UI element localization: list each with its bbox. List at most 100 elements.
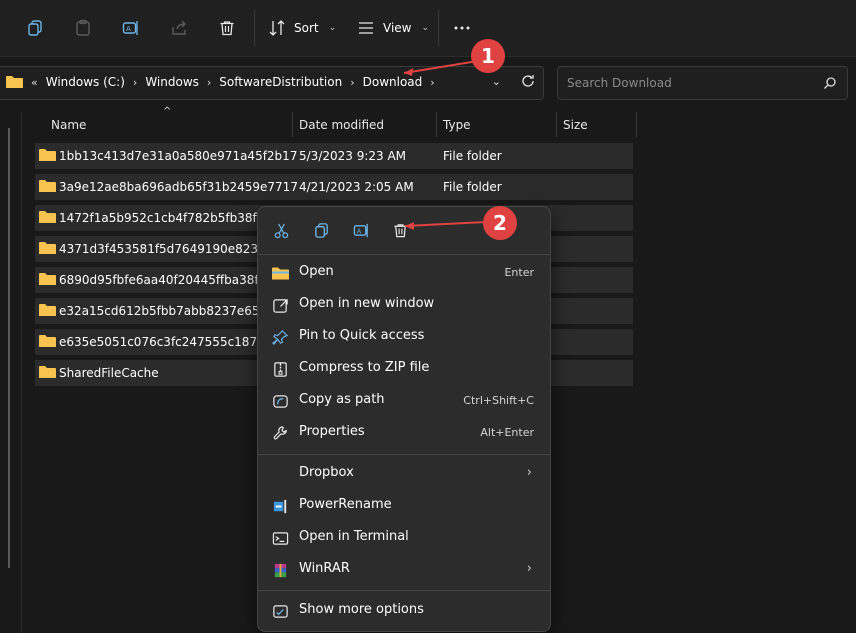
view-button[interactable]: View ⌄: [357, 16, 429, 40]
navigation-pane-scrollbar[interactable]: [8, 128, 10, 568]
chevron-down-icon: ⌄: [328, 23, 337, 33]
folder-icon: [39, 335, 56, 347]
copy-icon[interactable]: [310, 219, 332, 241]
zip-icon: [271, 360, 289, 378]
menu-item-label: Show more options: [299, 602, 424, 617]
pin-icon: [271, 328, 289, 346]
svg-text:A: A: [126, 25, 131, 33]
chevron-right-icon[interactable]: ›: [133, 76, 137, 89]
menu-item-pin-quick-access[interactable]: Pin to Quick access: [258, 321, 550, 353]
search-box[interactable]: Search Download: [557, 66, 848, 100]
paste-icon[interactable]: [71, 16, 95, 40]
folder-icon: [39, 211, 56, 223]
column-header-size[interactable]: Size: [563, 112, 588, 137]
row-name: 6890d95fbfe6aa40f20445ffba38f0ce: [59, 273, 281, 287]
menu-item-label: WinRAR: [299, 561, 350, 576]
rename-icon[interactable]: A: [119, 16, 143, 40]
menu-item-compress-zip[interactable]: Compress to ZIP file: [258, 353, 550, 385]
menu-item-label: PowerRename: [299, 497, 392, 512]
annotation-badge-2: 2: [483, 206, 517, 240]
column-divider[interactable]: [636, 112, 637, 137]
menu-item-open-new-window[interactable]: Open in new window: [258, 289, 550, 321]
toolbar-separator: [438, 10, 439, 46]
folder-icon: [39, 366, 56, 378]
address-actions: ⌄: [492, 74, 535, 88]
powerrename-icon: [271, 497, 289, 515]
chevron-right-icon: ›: [526, 561, 532, 576]
share-icon[interactable]: [167, 16, 191, 40]
menu-item-shortcut: Ctrl+Shift+C: [463, 394, 534, 407]
search-icon[interactable]: [823, 76, 837, 90]
menu-item-open[interactable]: Open Enter: [258, 257, 550, 289]
row-type: File folder: [443, 149, 502, 163]
menu-item-properties[interactable]: Properties Alt+Enter: [258, 417, 550, 449]
menu-item-winrar[interactable]: WinRAR ›: [258, 554, 550, 586]
menu-separator: [258, 454, 550, 455]
rename-icon[interactable]: A: [350, 219, 372, 241]
column-divider[interactable]: [292, 112, 293, 137]
menu-item-open-terminal[interactable]: Open in Terminal: [258, 522, 550, 554]
menu-item-powerrename[interactable]: PowerRename: [258, 490, 550, 522]
folder-icon: [39, 304, 56, 316]
cut-icon[interactable]: [270, 219, 292, 241]
refresh-icon[interactable]: [521, 74, 535, 88]
delete-icon[interactable]: [389, 219, 411, 241]
menu-item-label: Open in new window: [299, 296, 435, 311]
row-date: 4/21/2023 2:05 AM: [299, 180, 414, 194]
wrench-icon: [271, 424, 289, 442]
breadcrumb-item[interactable]: Download: [363, 75, 423, 89]
menu-item-label: Copy as path: [299, 392, 385, 407]
menu-item-label: Dropbox: [299, 465, 354, 480]
command-bar: A Sort ⌄ View ⌄: [0, 0, 856, 56]
address-bar[interactable]: « Windows (C:) › Windows › SoftwareDistr…: [0, 66, 544, 100]
menu-item-label: Pin to Quick access: [299, 328, 425, 343]
folder-icon: [39, 242, 56, 254]
menu-item-label: Compress to ZIP file: [299, 360, 430, 375]
menu-item-dropbox[interactable]: Dropbox ›: [258, 458, 550, 490]
column-header-name[interactable]: Name: [51, 112, 86, 137]
copy-icon[interactable]: [23, 16, 47, 40]
terminal-icon: [271, 529, 289, 547]
copy-path-icon: [271, 392, 289, 410]
column-divider[interactable]: [556, 112, 557, 137]
view-icon: [359, 22, 373, 34]
delete-icon[interactable]: [215, 16, 239, 40]
navigation-pane-divider[interactable]: [21, 112, 22, 633]
folder-icon: [271, 264, 289, 282]
sort-icon: [269, 20, 285, 36]
column-header-date[interactable]: Date modified: [299, 112, 384, 137]
new-window-icon: [271, 296, 289, 314]
row-name: 1bb13c413d7e31a0a580e971a45f2b17: [59, 149, 298, 163]
column-divider[interactable]: [436, 112, 437, 137]
sort-button[interactable]: Sort ⌄: [268, 16, 336, 40]
chevron-right-icon[interactable]: ›: [207, 76, 211, 89]
breadcrumb-item[interactable]: Windows: [145, 75, 199, 89]
search-placeholder[interactable]: Search Download: [567, 76, 672, 90]
svg-text:A: A: [356, 227, 361, 235]
folder-icon: [6, 76, 23, 88]
menu-item-copy-as-path[interactable]: Copy as path Ctrl+Shift+C: [258, 385, 550, 417]
more-options-icon: [271, 602, 289, 620]
sort-label: Sort: [294, 21, 319, 35]
menu-item-label: Open in Terminal: [299, 529, 409, 544]
chevron-right-icon: ›: [526, 465, 532, 480]
view-label: View: [383, 21, 412, 35]
menu-item-show-more-options[interactable]: Show more options: [258, 595, 550, 627]
winrar-icon: [271, 561, 289, 579]
chevron-right-icon[interactable]: ›: [350, 76, 354, 89]
table-row[interactable]: 1bb13c413d7e31a0a580e971a45f2b17 5/3/202…: [35, 143, 633, 169]
menu-item-label: Open: [299, 264, 334, 279]
more-icon[interactable]: [450, 16, 474, 40]
column-header-type[interactable]: Type: [443, 112, 471, 137]
annotation-badge-1: 1: [471, 39, 505, 73]
breadcrumb-item[interactable]: SoftwareDistribution: [219, 75, 342, 89]
row-type: File folder: [443, 180, 502, 194]
address-row: « Windows (C:) › Windows › SoftwareDistr…: [0, 57, 856, 109]
table-row[interactable]: 3a9e12ae8ba696adb65f31b2459e7717 4/21/20…: [35, 174, 633, 200]
sort-ascending-icon: ^: [163, 106, 172, 117]
breadcrumb-item[interactable]: Windows (C:): [46, 75, 125, 89]
overflow-chevron-icon[interactable]: «: [31, 76, 38, 89]
chevron-down-icon[interactable]: ⌄: [492, 75, 501, 88]
chevron-right-icon[interactable]: ›: [430, 76, 434, 89]
folder-icon: [39, 273, 56, 285]
